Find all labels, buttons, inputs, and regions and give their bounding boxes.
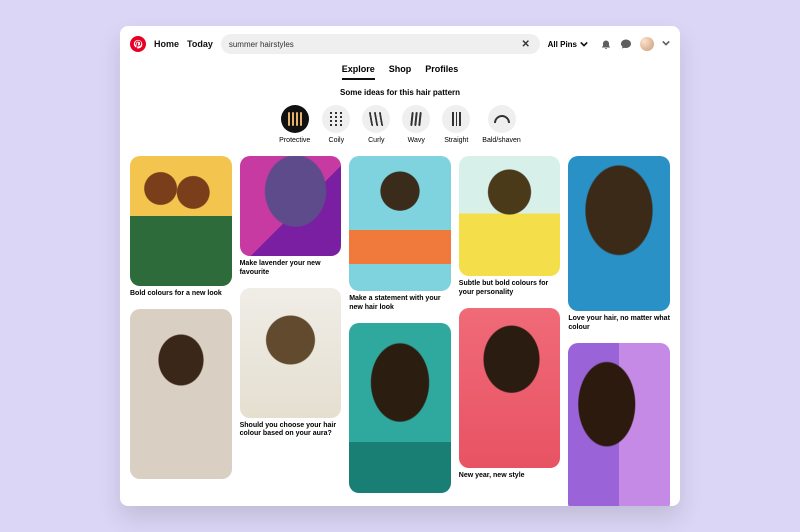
pin-card[interactable]: [130, 309, 232, 483]
pin-card[interactable]: Make lavender your new favourite: [240, 156, 342, 278]
pin-image: [349, 156, 451, 291]
pin-card[interactable]: Love your hair, no matter what colour: [568, 156, 670, 333]
header-icons: [600, 37, 670, 51]
notifications-icon[interactable]: [600, 38, 612, 50]
messages-icon[interactable]: [620, 38, 632, 50]
chip-straight[interactable]: Straight: [442, 105, 470, 144]
pin-caption: Bold colours for a new look: [130, 290, 232, 299]
chevron-down-icon: [580, 40, 588, 48]
pin-card[interactable]: Make a statement with your new hair look: [349, 156, 451, 313]
chip-label: Wavy: [408, 137, 425, 144]
pin-caption: Should you choose your hair colour based…: [240, 422, 342, 440]
primary-nav: Home Today: [154, 39, 213, 49]
pin-grid: Bold colours for a new look Make lavende…: [120, 144, 680, 506]
chip-bald[interactable]: Bald/shaven: [482, 105, 521, 144]
curly-pattern-icon: [362, 105, 390, 133]
hair-pattern-chips: Protective Coily Curly Wavy Straight Bal…: [120, 105, 680, 144]
pin-image: [130, 156, 232, 286]
account-menu-chevron-icon[interactable]: [662, 39, 670, 49]
pin-card[interactable]: New year, new style: [459, 308, 561, 481]
chip-protective[interactable]: Protective: [279, 105, 310, 144]
search-scope-dropdown[interactable]: All Pins: [548, 40, 588, 49]
tab-shop[interactable]: Shop: [389, 64, 412, 80]
pin-image: [568, 156, 670, 311]
chip-label: Straight: [444, 137, 468, 144]
chip-label: Protective: [279, 137, 310, 144]
chip-coily[interactable]: Coily: [322, 105, 350, 144]
tab-profiles[interactable]: Profiles: [425, 64, 458, 80]
pin-card[interactable]: Bold colours for a new look: [130, 156, 232, 299]
pin-card[interactable]: [568, 343, 670, 507]
search-query: summer hairstyles: [229, 40, 514, 49]
pin-image: [459, 156, 561, 276]
search-scope-label: All Pins: [548, 40, 577, 49]
chip-label: Curly: [368, 137, 384, 144]
chip-curly[interactable]: Curly: [362, 105, 390, 144]
nav-today[interactable]: Today: [187, 39, 213, 49]
clear-search-icon[interactable]: ✕: [520, 38, 532, 50]
result-tabs: Explore Shop Profiles: [120, 64, 680, 80]
top-bar: Home Today summer hairstyles ✕ All Pins: [120, 26, 680, 62]
pin-card[interactable]: [349, 323, 451, 497]
chip-wavy[interactable]: Wavy: [402, 105, 430, 144]
app-window: Home Today summer hairstyles ✕ All Pins …: [120, 26, 680, 506]
nav-home[interactable]: Home: [154, 39, 179, 49]
section-subtitle: Some ideas for this hair pattern: [120, 88, 680, 97]
wavy-pattern-icon: [402, 105, 430, 133]
profile-avatar[interactable]: [640, 37, 654, 51]
chip-label: Bald/shaven: [482, 137, 521, 144]
pin-caption: Make lavender your new favourite: [240, 260, 342, 278]
pin-image: [130, 309, 232, 479]
coily-pattern-icon: [322, 105, 350, 133]
bald-pattern-icon: [488, 105, 516, 133]
tab-explore[interactable]: Explore: [342, 64, 375, 80]
pin-image: [240, 156, 342, 256]
pin-caption: New year, new style: [459, 472, 561, 481]
pin-card[interactable]: Should you choose your hair colour based…: [240, 288, 342, 440]
pin-image: [459, 308, 561, 468]
pin-card[interactable]: Subtle but bold colours for your persona…: [459, 156, 561, 298]
chip-label: Coily: [329, 137, 345, 144]
straight-pattern-icon: [442, 105, 470, 133]
pin-caption: Subtle but bold colours for your persona…: [459, 280, 561, 298]
pin-caption: Love your hair, no matter what colour: [568, 315, 670, 333]
pin-image: [568, 343, 670, 507]
search-bar[interactable]: summer hairstyles ✕: [221, 34, 540, 54]
protective-pattern-icon: [281, 105, 309, 133]
pin-caption: Make a statement with your new hair look: [349, 295, 451, 313]
pin-image: [240, 288, 342, 418]
pin-image: [349, 323, 451, 493]
pinterest-logo-icon[interactable]: [130, 36, 146, 52]
